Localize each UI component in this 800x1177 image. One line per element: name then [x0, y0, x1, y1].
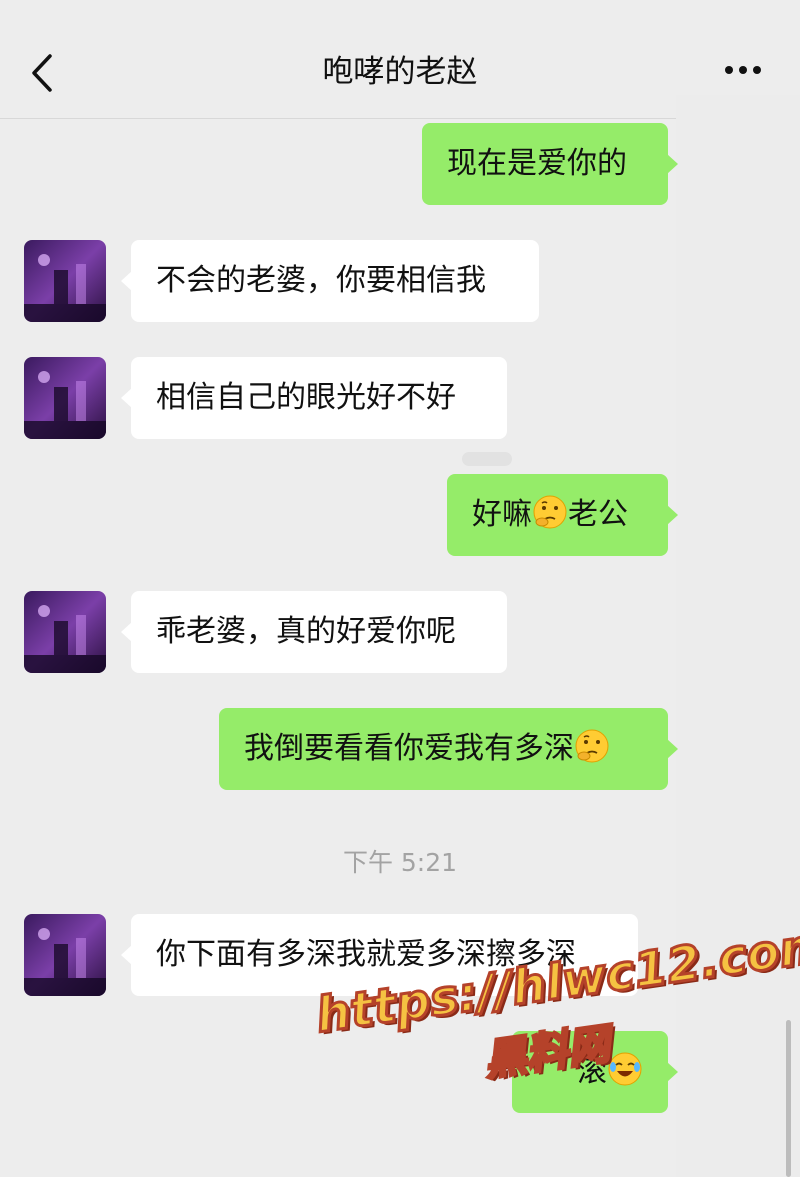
message-text: 不会的老婆，你要相信我: [156, 263, 486, 298]
message-bubble-incoming[interactable]: 乖老婆，真的好爱你呢: [121, 591, 507, 673]
message-bubble-outgoing[interactable]: 现在是爱你的: [422, 123, 678, 205]
message-text: 乖老婆，真的好爱你呢: [156, 614, 456, 649]
message-bubble-outgoing[interactable]: 好嘛 老公: [447, 474, 678, 556]
message-bubble-incoming[interactable]: 相信自己的眼光好不好: [121, 357, 507, 439]
thinking-face-icon: [533, 495, 567, 529]
watermark-name: 黑料网: [480, 1017, 615, 1086]
message-bubble-incoming[interactable]: 不会的老婆，你要相信我: [121, 240, 539, 322]
message-text: 好嘛: [472, 497, 532, 532]
more-dots-icon: [725, 66, 761, 74]
avatar[interactable]: [24, 357, 106, 439]
message-text: 现在是爱你的: [447, 146, 627, 181]
more-button[interactable]: [720, 55, 770, 85]
message-text: 我倒要看看你爱我有多深: [244, 731, 574, 766]
avatar-image: [24, 240, 106, 322]
timestamp: 下午 5:21: [342, 848, 458, 877]
thinking-face-icon: [575, 729, 609, 763]
message-bubble-outgoing[interactable]: 我倒要看看你爱我有多深: [219, 708, 678, 790]
message-text: 相信自己的眼光好不好: [156, 380, 456, 415]
avatar-image: [24, 914, 106, 996]
message-text: 老公: [568, 497, 628, 532]
avatar[interactable]: [24, 591, 106, 673]
scrollbar[interactable]: [786, 1020, 791, 1177]
divider: [462, 452, 512, 466]
avatar[interactable]: [24, 240, 106, 322]
avatar[interactable]: [24, 914, 106, 996]
chat-title: 咆哮的老赵: [322, 54, 478, 90]
avatar-image: [24, 357, 106, 439]
avatar-image: [24, 591, 106, 673]
